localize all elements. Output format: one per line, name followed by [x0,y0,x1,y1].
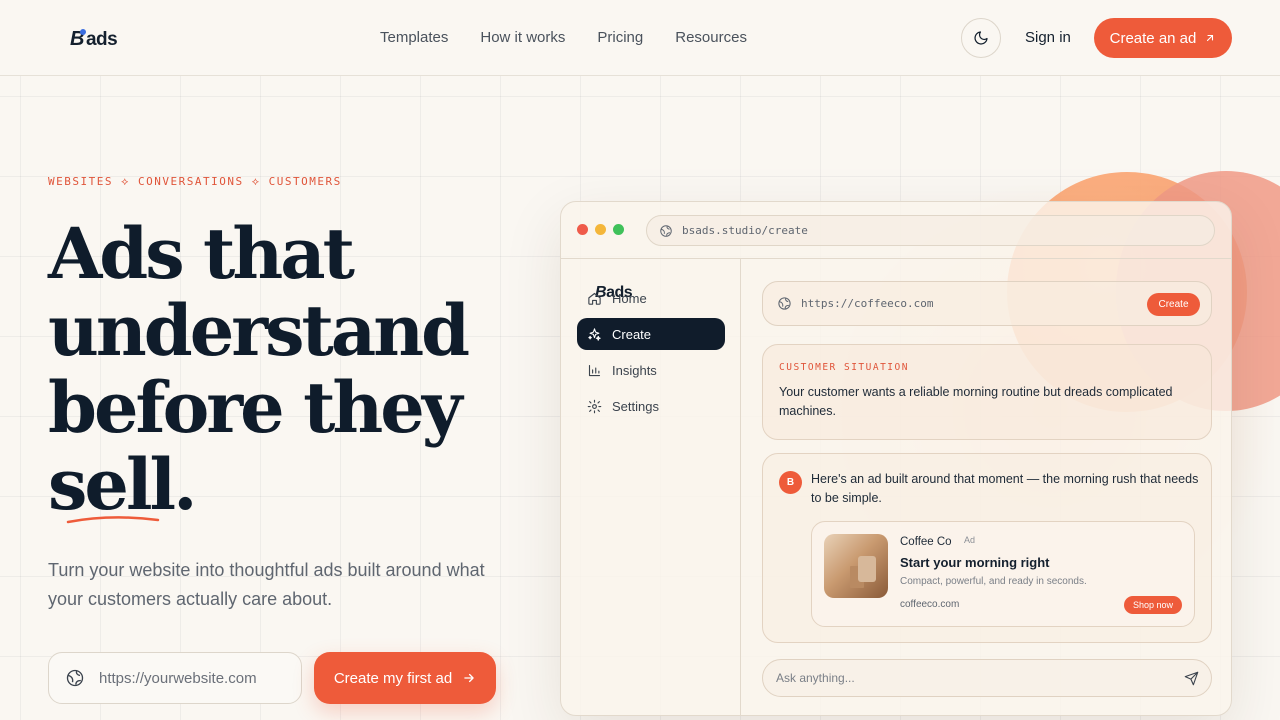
close-dot-icon [577,224,588,235]
gear-icon [587,399,602,413]
nav-resources[interactable]: Resources [675,29,747,46]
create-ad-label: Create an ad [1109,29,1197,47]
headline-line-2: understand [48,289,470,372]
ad-preview-card[interactable]: Coffee Co Ad Start your morning right Co… [811,521,1195,627]
assistant-avatar: B [779,471,802,494]
sidebar-item-label: Create [612,326,652,342]
sidebar-item-insights[interactable]: Insights [577,354,725,386]
target-url-bar[interactable]: https://coffeeco.com Create [762,281,1212,326]
window-controls [577,224,624,235]
ask-bar[interactable] [762,659,1212,697]
address-text: bsads.studio/create [682,224,808,237]
arrow-up-right-icon [1207,34,1214,42]
headline-line-1: Ads that [48,212,355,295]
ask-input[interactable] [776,671,1156,685]
globe-icon [778,297,791,310]
website-url-field[interactable] [48,652,302,704]
nav-templates[interactable]: Templates [380,29,448,46]
website-url-input[interactable] [99,669,269,687]
customer-situation-card: CUSTOMER SITUATION Your customer wants a… [762,344,1212,440]
maximize-dot-icon [613,224,624,235]
app-main: https://coffeeco.com Create CUSTOMER SIT… [741,259,1231,715]
sign-in-link[interactable]: Sign in [1025,29,1071,46]
address-bar[interactable]: bsads.studio/create [646,215,1215,246]
app-sidebar: Bads Home Create Insights Settings [561,259,741,715]
sidebar-item-label: Settings [612,398,659,414]
ad-domain: coffeeco.com [900,599,960,610]
arrow-right-icon [464,673,474,683]
ad-description: Compact, powerful, and ready in seconds. [900,576,1087,587]
sidebar-item-create[interactable]: Create [577,318,725,350]
situation-label: CUSTOMER SITUATION [779,362,909,373]
moon-icon [974,31,988,45]
headline-line-4: sell. [48,443,198,526]
shop-now-button[interactable]: Shop now [1124,596,1182,614]
sidebar-item-settings[interactable]: Settings [577,390,725,422]
create-first-ad-button[interactable]: Create my first ad [314,652,496,704]
main-nav: Templates How it works Pricing Resources [380,29,747,46]
hero-headline: Ads that understand before they sell. [48,215,518,523]
logo-mark-icon: B [70,28,86,51]
bar-chart-icon [588,364,601,376]
app-preview-window: bsads.studio/create Bads Home Create Insig… [560,201,1232,716]
logo[interactable]: B ads [70,28,118,51]
ad-coffee-image [824,534,888,598]
nav-pricing[interactable]: Pricing [597,29,643,46]
home-icon [588,292,601,305]
nav-how-it-works[interactable]: How it works [480,29,565,46]
ad-tag: Ad [964,535,976,545]
hero-eyebrow: WEBSITES ⟡ CONVERSATIONS ⟡ CUSTOMERS [48,175,342,188]
assistant-response-card: B Here's an ad built around that moment … [762,453,1212,643]
headline-line-3: before they [48,366,463,449]
hero-subtitle: Turn your website into thoughtful ads bu… [48,560,485,609]
sidebar-item-home[interactable]: Home [577,282,725,314]
assistant-response-text: Here's an ad built around that moment — … [811,472,1199,505]
ad-brand: Coffee Co [900,536,952,548]
globe-icon [660,224,672,237]
situation-text: Your customer wants a reliable morning r… [779,385,1173,418]
target-url-text: https://coffeeco.com [801,297,934,310]
ad-title: Start your morning right [900,555,1050,570]
logo-text: ads [85,28,118,50]
theme-toggle-button[interactable] [961,18,1001,58]
send-icon[interactable] [1184,671,1199,686]
minimize-dot-icon [595,224,606,235]
headline-underline-decoration [66,516,160,524]
create-ad-button[interactable]: Create an ad [1094,18,1232,58]
create-first-ad-label: Create my first ad [333,669,453,687]
sparkle-icon [588,327,601,341]
site-header: B ads Templates How it works Pricing Res… [0,0,1280,76]
sidebar-item-label: Insights [612,362,657,378]
window-titlebar: bsads.studio/create [561,202,1231,259]
sidebar-item-label: Home [612,290,647,306]
create-button[interactable]: Create [1147,293,1200,316]
globe-icon [66,669,84,687]
